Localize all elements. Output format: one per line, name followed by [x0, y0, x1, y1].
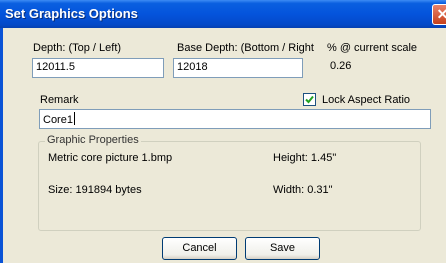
lock-aspect-checkbox[interactable]: [303, 93, 316, 106]
graphic-filename: Metric core picture 1.bmp: [48, 152, 173, 164]
text-caret: [73, 112, 75, 125]
scale-value: 0.26: [330, 60, 352, 72]
close-icon: ✕: [436, 6, 446, 22]
remark-value: Core1: [43, 114, 73, 126]
title-bar[interactable]: Set Graphics Options ✕: [0, 0, 446, 28]
scale-label: % @ current scale: [327, 42, 418, 54]
graphic-properties-title: Graphic Properties: [45, 134, 141, 146]
graphic-width: Width: 0.31": [273, 184, 333, 196]
set-graphics-options-dialog: Set Graphics Options ✕ Depth: (Top / Lef…: [0, 0, 446, 263]
remark-input[interactable]: Core1: [39, 109, 431, 129]
dialog-title: Set Graphics Options: [5, 6, 138, 21]
close-button[interactable]: ✕: [432, 4, 446, 25]
base-depth-value: 12018: [177, 61, 208, 73]
cancel-button[interactable]: Cancel: [162, 237, 237, 260]
save-button[interactable]: Save: [245, 237, 320, 260]
base-depth-label: Base Depth: (Bottom / Right: [177, 42, 314, 54]
graphic-size: Size: 191894 bytes: [48, 184, 142, 196]
depth-input[interactable]: 12011.5: [32, 58, 164, 78]
depth-value: 12011.5: [36, 61, 75, 73]
lock-aspect-label[interactable]: Lock Aspect Ratio: [322, 94, 410, 106]
base-depth-input[interactable]: 12018: [173, 58, 303, 78]
remark-label: Remark: [40, 94, 79, 106]
window-frame: [0, 28, 3, 263]
depth-label: Depth: (Top / Left): [33, 42, 122, 54]
graphic-height: Height: 1.45": [273, 152, 337, 164]
check-icon: [305, 95, 314, 104]
